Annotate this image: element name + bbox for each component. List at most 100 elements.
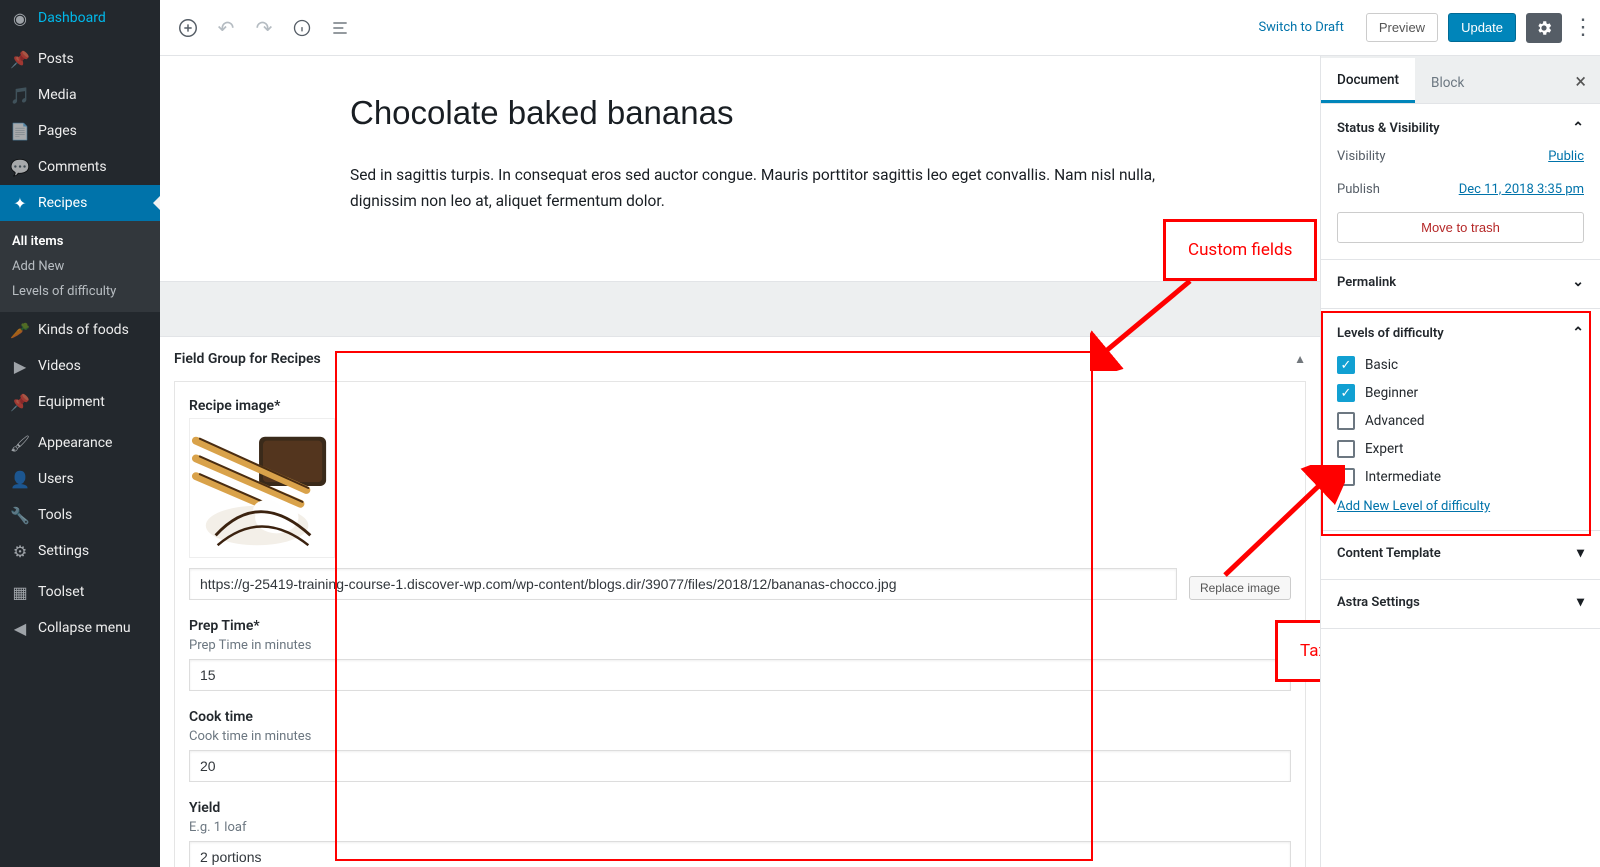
collapse-icon: ◀ xyxy=(10,618,30,638)
post-title[interactable]: Chocolate baked bananas xyxy=(350,94,1180,132)
sidebar-item-appearance[interactable]: 🖌Appearance xyxy=(0,425,160,461)
checkbox-checked-icon: ✓ xyxy=(1337,356,1355,374)
caret-up-icon: ▲ xyxy=(1294,352,1306,366)
dashboard-icon: ◉ xyxy=(10,8,30,28)
sidebar-item-tools[interactable]: 🔧Tools xyxy=(0,497,160,533)
sidebar-item-posts[interactable]: 📌Posts xyxy=(0,41,160,77)
sidebar-item-videos[interactable]: ▶Videos xyxy=(0,348,160,384)
prep-time-field: Prep Time* Prep Time in minutes xyxy=(189,618,1291,691)
prep-time-input[interactable] xyxy=(189,659,1291,691)
level-advanced-checkbox[interactable]: Advanced xyxy=(1337,407,1584,435)
sidebar-collapse[interactable]: ◀Collapse menu xyxy=(0,610,160,646)
recipe-image-label: Recipe image* xyxy=(189,398,1291,414)
submenu-add-new[interactable]: Add New xyxy=(0,254,160,279)
chevron-up-icon[interactable]: ⌃ xyxy=(1572,120,1584,136)
wrench-icon: 🔧 xyxy=(10,505,30,525)
comments-icon: 💬 xyxy=(10,157,30,177)
brush-icon: 🖌 xyxy=(10,433,30,453)
sparkle-icon: ✦ xyxy=(10,193,30,213)
visibility-label: Visibility xyxy=(1337,149,1386,164)
add-block-button[interactable] xyxy=(170,10,206,46)
caret-down-icon: ▾ xyxy=(1577,594,1584,610)
post-body[interactable]: Sed in sagittis turpis. In consequat ero… xyxy=(350,162,1180,215)
checkbox-checked-icon: ✓ xyxy=(1337,384,1355,402)
video-icon: ▶ xyxy=(10,356,30,376)
level-intermediate-checkbox[interactable]: Intermediate xyxy=(1337,463,1584,491)
caret-down-icon: ▾ xyxy=(1577,545,1584,561)
tab-block[interactable]: Block xyxy=(1415,61,1480,103)
carrot-icon: 🥕 xyxy=(10,320,30,340)
sidebar-item-pages[interactable]: 📄Pages xyxy=(0,113,160,149)
info-button[interactable] xyxy=(284,10,320,46)
publish-date-link[interactable]: Dec 11, 2018 3:35 pm xyxy=(1459,182,1584,197)
sidebar-item-toolset[interactable]: ▦Toolset xyxy=(0,574,160,610)
permalink-section[interactable]: Permalink⌄ xyxy=(1321,260,1600,309)
yield-hint: E.g. 1 loaf xyxy=(189,820,1291,835)
recipe-image-field: Recipe image* xyxy=(189,398,1291,600)
grid-icon: ▦ xyxy=(10,582,30,602)
cook-time-field: Cook time Cook time in minutes xyxy=(189,709,1291,782)
annotation-callout-taxonomy: Taxonomy xyxy=(1275,620,1320,682)
update-button[interactable]: Update xyxy=(1448,13,1516,42)
editor-canvas[interactable]: Chocolate baked bananas Sed in sagittis … xyxy=(160,56,1320,867)
checkbox-icon xyxy=(1337,440,1355,458)
yield-field: Yield E.g. 1 loaf xyxy=(189,800,1291,867)
yield-input[interactable] xyxy=(189,841,1291,867)
sidebar-item-kinds[interactable]: 🥕Kinds of foods xyxy=(0,312,160,348)
sidebar-item-dashboard[interactable]: ◉Dashboard xyxy=(0,0,160,36)
replace-image-button[interactable]: Replace image xyxy=(1189,576,1291,600)
prep-time-label: Prep Time* xyxy=(189,618,1291,634)
tab-document[interactable]: Document xyxy=(1321,58,1415,103)
metabox-header[interactable]: Field Group for Recipes▲ xyxy=(174,337,1306,381)
status-visibility-section: Status & Visibility⌃ VisibilityPublic Pu… xyxy=(1321,104,1600,260)
annotation-callout-customfields: Custom fields xyxy=(1163,219,1317,281)
checkbox-icon xyxy=(1337,412,1355,430)
submenu-all-items[interactable]: All items xyxy=(0,229,160,254)
sidebar-item-media[interactable]: 🎵Media xyxy=(0,77,160,113)
pin2-icon: 📌 xyxy=(10,392,30,412)
outline-button[interactable] xyxy=(322,10,358,46)
yield-label: Yield xyxy=(189,800,1291,816)
pages-icon: 📄 xyxy=(10,121,30,141)
more-menu-button[interactable]: ⋮ xyxy=(1566,15,1590,40)
media-icon: 🎵 xyxy=(10,85,30,105)
recipe-image-thumbnail[interactable] xyxy=(189,418,335,558)
chevron-down-icon: ⌄ xyxy=(1572,274,1584,290)
sidebar-item-users[interactable]: 👤Users xyxy=(0,461,160,497)
astra-settings-section[interactable]: Astra Settings▾ xyxy=(1321,580,1600,629)
level-beginner-checkbox[interactable]: ✓Beginner xyxy=(1337,379,1584,407)
level-basic-checkbox[interactable]: ✓Basic xyxy=(1337,351,1584,379)
recipe-image-url-input[interactable] xyxy=(189,568,1177,600)
move-to-trash-button[interactable]: Move to trash xyxy=(1337,212,1584,243)
admin-sidebar: ◉Dashboard 📌Posts 🎵Media 📄Pages 💬Comment… xyxy=(0,0,160,867)
switch-to-draft-link[interactable]: Switch to Draft xyxy=(1258,20,1343,35)
prep-time-hint: Prep Time in minutes xyxy=(189,638,1291,653)
cook-time-input[interactable] xyxy=(189,750,1291,782)
editor-topbar: ↶ ↷ Switch to Draft Preview Update ⋮ xyxy=(160,0,1600,56)
sidebar-item-settings[interactable]: ⚙Settings xyxy=(0,533,160,569)
cook-time-label: Cook time xyxy=(189,709,1291,725)
checkbox-icon xyxy=(1337,468,1355,486)
sliders-icon: ⚙ xyxy=(10,541,30,561)
levels-of-difficulty-section: Levels of difficulty⌃ ✓Basic ✓Beginner A… xyxy=(1321,309,1600,531)
recipes-submenu: All items Add New Levels of difficulty xyxy=(0,221,160,312)
sidebar-item-comments[interactable]: 💬Comments xyxy=(0,149,160,185)
users-icon: 👤 xyxy=(10,469,30,489)
content-template-section[interactable]: Content Template▾ xyxy=(1321,531,1600,580)
pin-icon: 📌 xyxy=(10,49,30,69)
close-sidebar-button[interactable]: × xyxy=(1561,59,1600,103)
cook-time-hint: Cook time in minutes xyxy=(189,729,1291,744)
preview-button[interactable]: Preview xyxy=(1366,13,1438,42)
visibility-value-link[interactable]: Public xyxy=(1548,149,1584,164)
settings-gear-button[interactable] xyxy=(1526,13,1562,43)
chevron-up-icon[interactable]: ⌃ xyxy=(1572,325,1584,341)
redo-button[interactable]: ↷ xyxy=(246,10,282,46)
publish-label: Publish xyxy=(1337,182,1380,197)
sidebar-item-recipes[interactable]: ✦Recipes xyxy=(0,185,160,221)
submenu-levels[interactable]: Levels of difficulty xyxy=(0,279,160,304)
level-expert-checkbox[interactable]: Expert xyxy=(1337,435,1584,463)
field-group-metabox: Field Group for Recipes▲ Recipe image* xyxy=(174,337,1306,867)
add-new-level-link[interactable]: Add New Level of difficulty xyxy=(1337,499,1490,514)
sidebar-item-equipment[interactable]: 📌Equipment xyxy=(0,384,160,420)
undo-button[interactable]: ↶ xyxy=(208,10,244,46)
